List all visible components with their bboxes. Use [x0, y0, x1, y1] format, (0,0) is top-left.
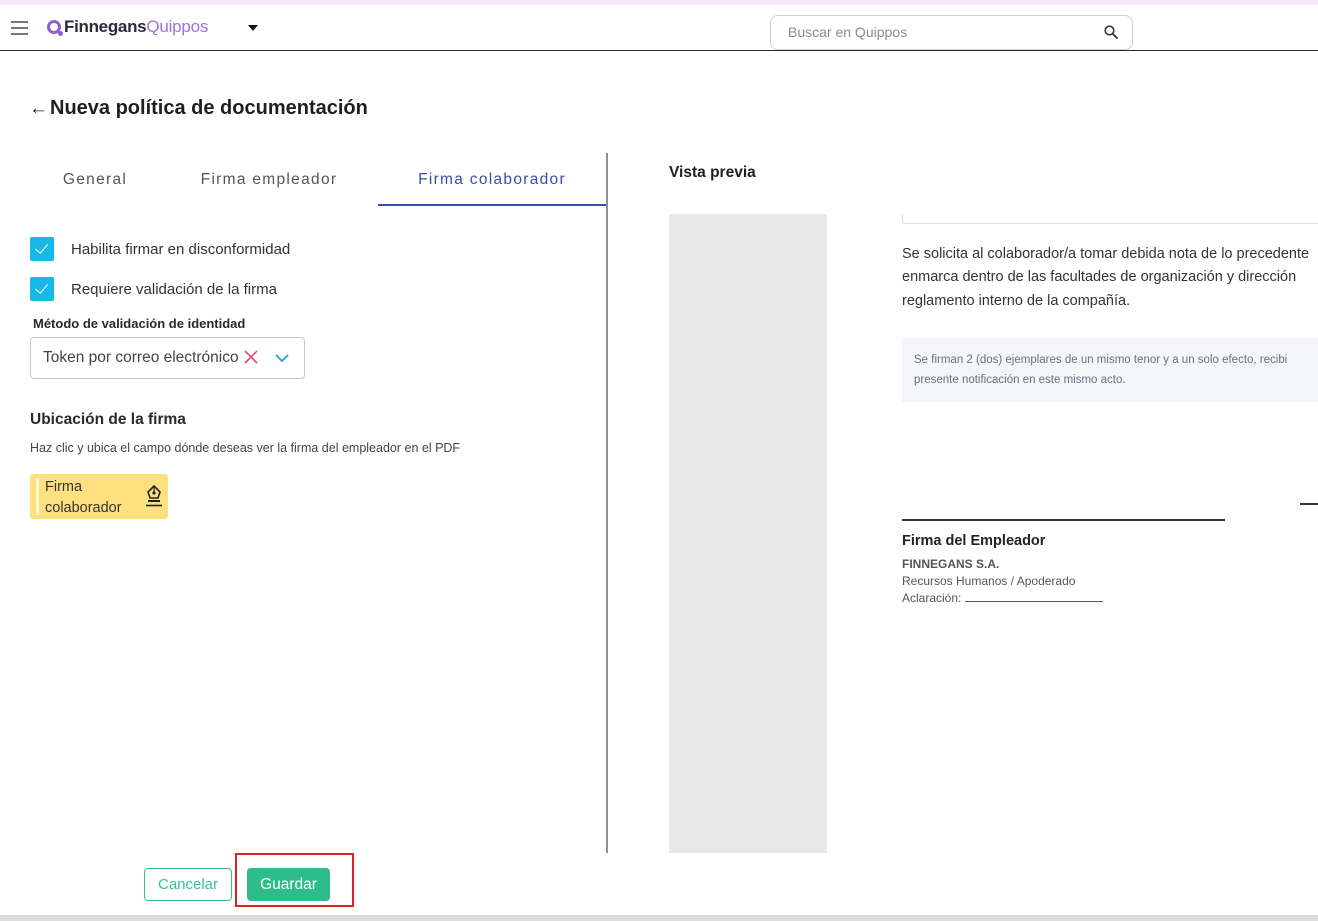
validation-method-select[interactable]: Token por correo electrónico [30, 337, 305, 379]
document-paragraph: Se solicita al colaborador/a tomar debid… [902, 243, 1318, 313]
top-header: Finnegans Quippos [0, 5, 1318, 51]
search-icon[interactable] [1104, 25, 1118, 39]
location-section-title: Ubicación de la firma [30, 411, 186, 428]
clear-icon[interactable] [243, 349, 259, 365]
pdf-preview[interactable]: Se solicita al colaborador/a tomar debid… [669, 214, 1318, 853]
tab-general[interactable]: General [30, 160, 160, 206]
validacion-label: Requiere validación de la firma [71, 280, 277, 298]
disconformidad-label: Habilita firmar en disconformidad [71, 240, 291, 258]
logo-primary-text: Finnegans [64, 17, 147, 36]
search-input[interactable] [788, 24, 1088, 40]
page-title-text: Nueva política de documentación [50, 97, 368, 119]
validation-method-label: Método de validación de identidad [33, 316, 246, 331]
checkbox-row-validacion: Requiere validación de la firma [30, 277, 277, 301]
app-logo[interactable]: Finnegans Quippos [47, 17, 208, 37]
clarification-blank-line [965, 592, 1104, 602]
save-button-highlight [235, 853, 354, 907]
second-signature-line [1300, 503, 1318, 505]
employer-role: Recursos Humanos / Apoderado [902, 574, 1076, 588]
employer-clarification: Aclaración: [902, 591, 1104, 605]
back-arrow-icon[interactable]: ← [29, 98, 48, 120]
logo-mark-icon [47, 20, 63, 36]
clarification-label: Aclaración: [902, 591, 962, 605]
validacion-checkbox[interactable] [30, 277, 54, 301]
employer-company: FINNEGANS S.A. [902, 557, 1000, 571]
document-paragraph-line: enmarca dentro de las facultades de orga… [902, 269, 1297, 286]
panel-divider [606, 153, 608, 853]
validation-method-value: Token por correo electrónico [43, 349, 239, 366]
search-box [770, 15, 1133, 50]
preview-title: Vista previa [669, 164, 756, 181]
tab-firma-empleador[interactable]: Firma empleador [180, 160, 358, 206]
document-paragraph-line: Se solicita al colaborador/a tomar debid… [902, 246, 1310, 262]
employer-signature-title: Firma del Empleador [902, 533, 1046, 549]
drag-handle[interactable] [36, 478, 39, 515]
disconformidad-checkbox[interactable] [30, 237, 54, 261]
hamburger-menu-icon[interactable] [11, 21, 28, 35]
location-section-description: Haz clic y ubica el campo dónde deseas v… [30, 441, 461, 455]
chevron-down-icon[interactable] [274, 352, 290, 364]
tab-bar: General Firma empleador Firma colaborado… [30, 160, 607, 206]
cancel-button[interactable]: Cancelar [144, 868, 232, 901]
document-paragraph-line: reglamento interno de la compañía. [902, 292, 1131, 309]
footer-strip [0, 915, 1318, 921]
document-note-box: Se firman 2 (dos) ejemplares de un mismo… [902, 338, 1318, 402]
signature-chip-label: Firma colaborador [45, 477, 140, 519]
signature-field-chip[interactable]: Firma colaborador [30, 474, 168, 519]
logo-secondary-text: Quippos [146, 17, 209, 36]
signature-chip-line2: colaborador [45, 500, 122, 516]
employer-signature-line [902, 519, 1225, 521]
document-note-line: Se firman 2 (dos) ejemplares de un mismo… [914, 354, 1288, 366]
checkbox-row-disconformidad: Habilita firmar en disconformidad [30, 237, 290, 261]
app-switcher-caret-icon[interactable] [248, 25, 258, 31]
signature-chip-line1: Firma [45, 479, 83, 495]
preview-gutter [669, 214, 827, 853]
document-note-line: presente notificación en este mismo acto… [914, 374, 1126, 386]
tab-firma-colaborador[interactable]: Firma colaborador [378, 160, 606, 206]
preview-top-box [902, 214, 1318, 224]
page-title: ← Nueva política de documentación [29, 97, 368, 120]
pen-nib-icon [146, 484, 162, 507]
